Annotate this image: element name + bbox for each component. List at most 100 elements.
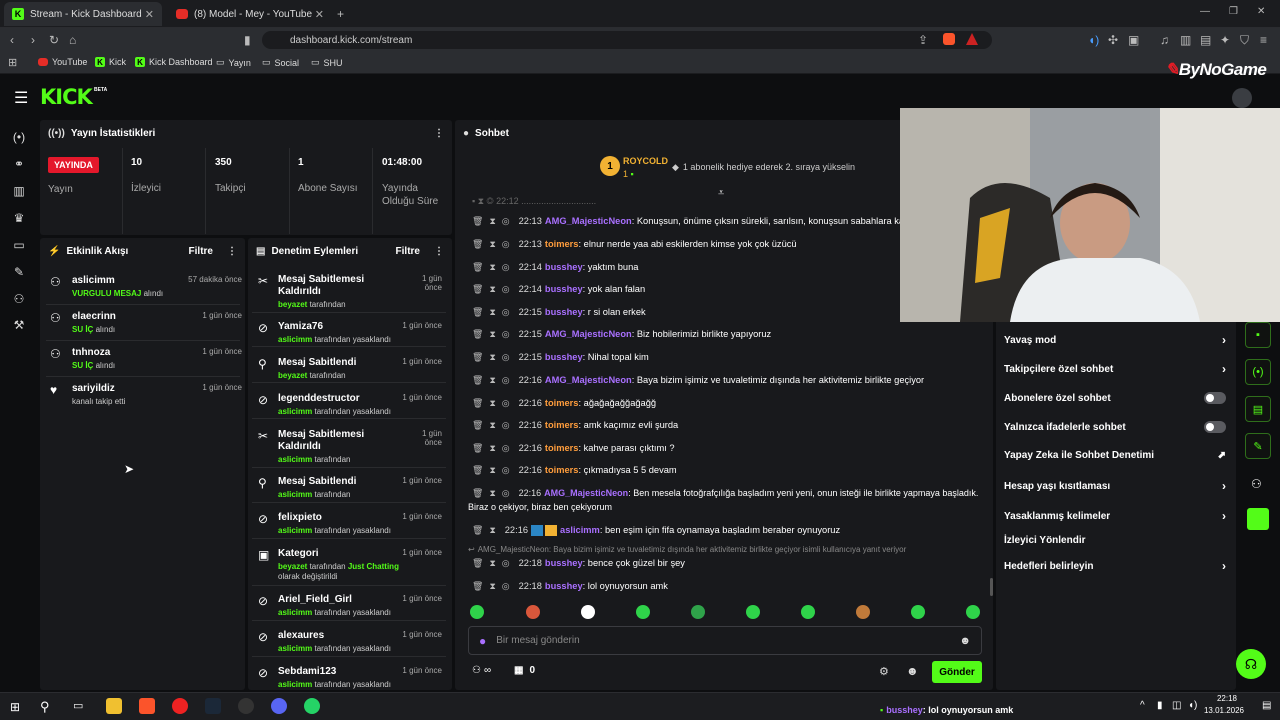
settings-gear-icon[interactable]: ⚙ bbox=[879, 665, 889, 678]
obs-icon[interactable] bbox=[238, 698, 254, 714]
delete-icon[interactable]: 🗑 bbox=[472, 581, 483, 591]
delete-icon[interactable]: 🗑 bbox=[472, 307, 483, 317]
file-explorer-icon[interactable] bbox=[106, 698, 122, 714]
analytics-nav-icon[interactable]: ▥ bbox=[11, 184, 27, 200]
timeout-icon[interactable]: ⧗ bbox=[489, 581, 495, 591]
mod-item[interactable]: ✂ Mesaj Sabitlemesi Kaldırıldı aslicimm ta… bbox=[252, 429, 442, 465]
chat-message[interactable]: 🗑 ⧗ ◎ 22:18 busshey: bence çok güzel bir şey bbox=[472, 558, 685, 569]
reload-icon[interactable]: ↻ bbox=[49, 33, 59, 47]
timeout-icon[interactable]: ⧗ bbox=[489, 443, 495, 453]
delete-icon[interactable]: 🗑 bbox=[472, 558, 483, 568]
chat-message[interactable]: 🗑 ⧗ ◎ 22:15 busshey: Nihal topal kim bbox=[472, 352, 649, 363]
back-icon[interactable]: ‹ bbox=[10, 33, 14, 47]
audio-icon[interactable]: ◖) bbox=[1088, 33, 1099, 47]
msg-user[interactable]: busshey bbox=[545, 352, 583, 362]
windows-start-icon[interactable]: ⊞ bbox=[10, 700, 20, 714]
emote-icon[interactable] bbox=[636, 605, 650, 619]
delete-icon[interactable]: 🗑 bbox=[472, 443, 483, 453]
trophy-nav-icon[interactable]: ♛ bbox=[11, 211, 27, 227]
msg-user[interactable]: toimers bbox=[545, 398, 579, 408]
chat-message[interactable]: 🗑 ⧗ ◎ 22:13 AMG_MajesticNeon: Konuşsun, önüm… bbox=[472, 216, 917, 227]
msg-user[interactable]: busshey bbox=[545, 558, 583, 568]
timeout-icon[interactable]: ⧗ bbox=[489, 375, 495, 385]
bookmark-kick-dashboard[interactable]: K Kick Dashboard bbox=[135, 57, 213, 67]
restore-icon[interactable]: ❐ bbox=[1229, 6, 1238, 17]
mod-item[interactable]: ▣ Kategori beyazet tarafından Just Chattin… bbox=[252, 548, 442, 582]
task-view-icon[interactable]: ▭ bbox=[73, 699, 83, 712]
msg-user[interactable]: busshey bbox=[545, 307, 583, 317]
chat-message[interactable]: 🗑 ⧗ ◎ 22:13 toimers: elnur nerde yaa abi esk… bbox=[472, 239, 797, 250]
mod-item[interactable]: ⊘ Yamiza76 aslicimm tarafından yasaklandı 1… bbox=[252, 321, 442, 345]
msg-user[interactable]: toimers bbox=[545, 420, 579, 430]
emote-icon[interactable] bbox=[911, 605, 925, 619]
delete-icon[interactable]: 🗑 bbox=[472, 525, 483, 535]
timeout-icon[interactable]: ⧗ bbox=[489, 216, 495, 226]
delete-icon[interactable]: 🗑 bbox=[472, 352, 483, 362]
vod-nav-icon[interactable]: ▭ bbox=[11, 238, 27, 254]
emoji-icon[interactable]: ☻ bbox=[959, 635, 971, 647]
share-icon[interactable]: ⇪ bbox=[918, 33, 928, 47]
chat-scrollbar[interactable] bbox=[990, 578, 993, 596]
msg-user[interactable]: toimers bbox=[545, 465, 579, 475]
emote-icon[interactable] bbox=[746, 605, 760, 619]
setting-ai-moderation[interactable]: Yapay Zeka ile Sohbet Denetimi ⬈ bbox=[1004, 450, 1226, 461]
msg-user[interactable]: AMG_MajesticNeon bbox=[545, 329, 632, 339]
menu-icon[interactable]: ≡ bbox=[1260, 33, 1267, 47]
chat-message[interactable]: 🗑 ⧗ ◎ 22:16 AMG_MajesticNeon: Baya bizim işi… bbox=[472, 375, 924, 386]
chatters-count[interactable]: ⚇ ∞ bbox=[472, 665, 491, 676]
delete-icon[interactable]: 🗑 bbox=[472, 398, 483, 408]
emotes-only-toggle[interactable] bbox=[1204, 421, 1226, 433]
timeout-icon[interactable]: ⧗ bbox=[489, 284, 495, 294]
timeout-icon[interactable]: ⧗ bbox=[489, 420, 495, 430]
emote-icon[interactable] bbox=[691, 605, 705, 619]
more-options-icon[interactable]: ⋮ bbox=[434, 246, 444, 257]
chat-message[interactable]: 🗑 ⧗ ◎ 22:18 busshey: lol oynuyorsun amk bbox=[472, 581, 668, 592]
subscribers-only-toggle[interactable] bbox=[1204, 392, 1226, 404]
screenshot-icon[interactable]: ▣ bbox=[1128, 33, 1139, 47]
apps-grid-icon[interactable]: ⊞ bbox=[8, 56, 17, 69]
msg-user[interactable]: AMG_MajesticNeon bbox=[544, 488, 628, 498]
timeout-icon[interactable]: ⧗ bbox=[489, 525, 495, 535]
users-nav-icon[interactable]: ⚇ bbox=[1251, 477, 1262, 491]
moderation-filter-button[interactable]: Filtre bbox=[396, 246, 420, 257]
mod-item[interactable]: ⚲ Mesaj Sabitlendi beyazet tarafından 1 gün… bbox=[252, 357, 442, 381]
notifications-icon[interactable]: ▤ bbox=[1262, 700, 1271, 711]
more-options-icon[interactable]: ⋮ bbox=[227, 246, 237, 257]
emote-icon[interactable] bbox=[966, 605, 980, 619]
forward-icon[interactable]: › bbox=[31, 33, 35, 47]
broadcast-nav-icon[interactable]: (•) bbox=[1245, 359, 1271, 385]
timeout-icon[interactable]: ⧗ bbox=[489, 398, 495, 408]
chat-message[interactable]: 🗑 ⧗ ◎ 22:15 busshey: r si olan erkek bbox=[472, 307, 646, 318]
timeout-icon[interactable]: ⧗ bbox=[489, 465, 495, 475]
delete-icon[interactable]: 🗑 bbox=[472, 420, 483, 430]
whatsapp-icon[interactable] bbox=[304, 698, 320, 714]
setting-banned-words[interactable]: Yasaklanmış kelimeler › bbox=[1004, 509, 1226, 523]
delete-icon[interactable]: 🗑 bbox=[472, 216, 483, 226]
delete-icon[interactable]: 🗑 bbox=[472, 262, 483, 272]
chat-nav-icon[interactable]: ▪ bbox=[1245, 322, 1271, 348]
chat-message[interactable]: 🗑 ⧗ ◎ 22:14 busshey: yaktım buna bbox=[472, 262, 638, 273]
chat-message[interactable]: 🗑 ⧗ ◎ 22:16 toimers: çıkmadıysa 5 5 devam bbox=[472, 465, 677, 476]
mod-item[interactable]: ⊘ felixpieto aslicimm tarafından yasakland… bbox=[252, 512, 442, 536]
video-nav-icon[interactable] bbox=[1247, 508, 1269, 530]
emote-icon[interactable] bbox=[856, 605, 870, 619]
msg-user[interactable]: busshey bbox=[545, 284, 583, 294]
msg-user[interactable]: aslicimm bbox=[560, 525, 600, 535]
delete-icon[interactable]: 🗑 bbox=[472, 375, 483, 385]
stream-nav-icon[interactable]: (•) bbox=[11, 130, 27, 146]
volume-icon[interactable]: ◖) bbox=[1188, 700, 1197, 711]
mod-item[interactable]: ⊘ alexaures aslicimm tarafından yasaklandı… bbox=[252, 630, 442, 654]
app-icon[interactable] bbox=[172, 698, 188, 714]
send-button[interactable]: Gönder bbox=[932, 661, 982, 683]
quick-emote-icon[interactable]: ☻ bbox=[906, 664, 919, 678]
activity-filter-button[interactable]: Filtre bbox=[189, 246, 213, 257]
timeout-icon[interactable]: ⧗ bbox=[489, 352, 495, 362]
microphone-icon[interactable]: ● bbox=[479, 634, 486, 648]
emote-icon[interactable] bbox=[801, 605, 815, 619]
msg-user[interactable]: busshey bbox=[545, 581, 583, 591]
chat-input[interactable]: ● Bir mesaj gönderin ☻ bbox=[468, 626, 982, 655]
more-options-icon[interactable]: ⋮ bbox=[434, 128, 444, 139]
timeout-icon[interactable]: ⧗ bbox=[489, 488, 495, 498]
setting-account-age[interactable]: Hesap yaşı kısıtlaması › bbox=[1004, 479, 1226, 493]
creator-nav-icon[interactable]: ⚒ bbox=[11, 318, 27, 334]
